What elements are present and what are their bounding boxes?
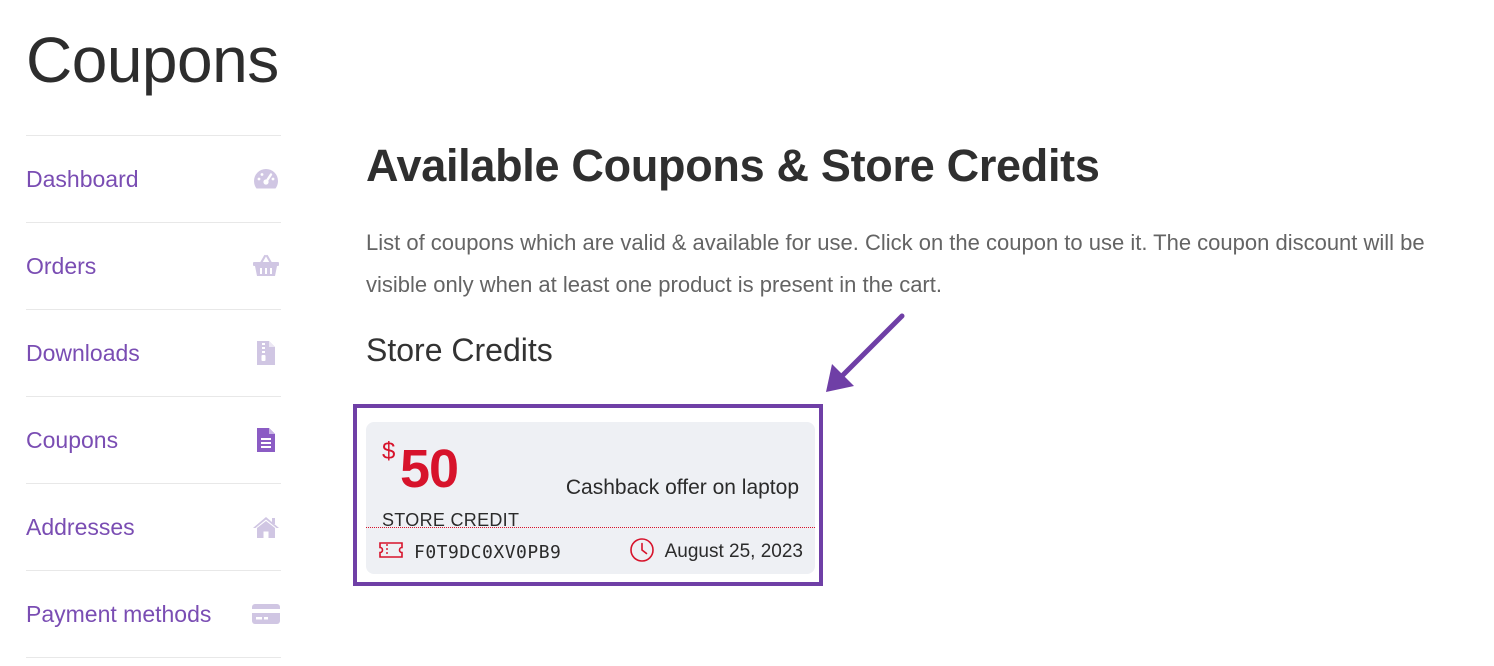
ticket-icon: [378, 540, 404, 565]
file-archive-icon: [251, 338, 281, 368]
sidebar-item-label: Addresses: [26, 513, 135, 540]
main-content: Available Coupons & Store Credits List o…: [366, 130, 1466, 374]
document-icon: [251, 425, 281, 455]
coupon-code: F0T9DC0XV0PB9: [414, 541, 562, 563]
pointer-arrow: [826, 313, 905, 392]
coupon-expiry-date: August 25, 2023: [664, 541, 803, 562]
sidebar-item-label: Coupons: [26, 426, 119, 453]
sidebar-item-label: Orders: [26, 252, 97, 279]
home-icon: [251, 512, 281, 542]
sidebar-item-downloads[interactable]: Downloads: [26, 310, 281, 397]
coupon-description: Cashback offer on laptop: [565, 476, 799, 499]
intro-text: List of coupons which are valid & availa…: [366, 230, 1425, 297]
account-navigation: Dashboard Orders Downloads Coupons Addre…: [26, 135, 281, 658]
coupon-card[interactable]: $ 50 STORE CREDIT Cashback offer on lapt…: [366, 422, 815, 574]
clock-icon: [629, 537, 655, 568]
sidebar-item-orders[interactable]: Orders: [26, 223, 281, 310]
basket-icon: [251, 251, 281, 281]
amount-value: 50: [400, 439, 459, 499]
sidebar-item-addresses[interactable]: Addresses: [26, 484, 281, 571]
coupon-footer: F0T9DC0XV0PB9 August 25, 2023: [378, 537, 803, 568]
sidebar-item-label: Payment methods: [26, 600, 212, 627]
store-credits-title: Store Credits: [366, 332, 553, 368]
section-heading: Available Coupons & Store Credits: [366, 140, 1100, 191]
sidebar-item-dashboard[interactable]: Dashboard: [26, 136, 281, 223]
sidebar-item-label: Downloads: [26, 339, 140, 366]
sidebar-item-label: Dashboard: [26, 165, 139, 192]
coupon-header: $ 50 STORE CREDIT Cashback offer on lapt…: [382, 436, 799, 531]
dashboard-gauge-icon: [251, 164, 281, 194]
credit-card-icon: [251, 599, 281, 629]
coupon-expiry-group: August 25, 2023: [629, 537, 803, 568]
page-title: Coupons: [26, 24, 279, 96]
currency-symbol: $: [382, 438, 396, 465]
sidebar-item-coupons[interactable]: Coupons: [26, 397, 281, 484]
sidebar-item-payment-methods[interactable]: Payment methods: [26, 571, 281, 658]
coupon-divider: [366, 527, 815, 528]
coupon-code-group: F0T9DC0XV0PB9: [378, 540, 561, 565]
